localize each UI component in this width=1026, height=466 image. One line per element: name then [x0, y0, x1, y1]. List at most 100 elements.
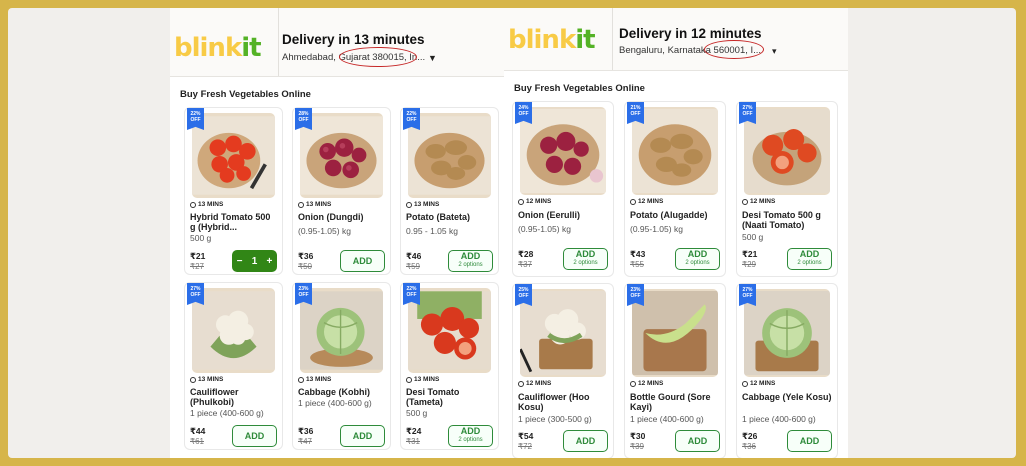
- price: ₹21: [742, 249, 758, 259]
- minus-button[interactable]: −: [237, 256, 243, 267]
- product-card[interactable]: 23% OFF 12 MINS Bottle Gourd (Sore Kayi)…: [624, 283, 726, 458]
- product-card[interactable]: 22% OFF 13 MINS Desi Tomato (Tameta) 500…: [400, 282, 499, 450]
- product-card[interactable]: 23% OFF 13 MINS Cabbage (Kobhi) 1 piece …: [292, 282, 391, 450]
- product-name: Potato (Alugadde): [630, 210, 708, 220]
- add-button[interactable]: ADD: [340, 425, 385, 447]
- add-button[interactable]: ADD 2 options: [563, 248, 608, 270]
- product-image: [632, 107, 718, 195]
- product-image: [408, 288, 491, 373]
- clock-icon: [298, 376, 304, 383]
- product-card[interactable]: 28% OFF 13 MINS Onion (Dungdi) (0.95-1.0…: [292, 107, 391, 275]
- discount-badge: 27% OFF: [187, 283, 204, 305]
- mrp: ₹27: [190, 262, 204, 271]
- product-card[interactable]: 22% OFF 13 MINS Potato (Bateta) 0.95 - 1…: [400, 107, 499, 275]
- discount-badge: 22% OFF: [403, 108, 420, 130]
- product-quantity: (0.95-1.05) kg: [630, 224, 683, 234]
- product-grid: 24% OFF 12 MINS Onion (Eerulli) (0.95-1.…: [512, 101, 838, 458]
- add-button[interactable]: ADD 2 options: [448, 250, 493, 272]
- price: ₹36: [298, 426, 314, 436]
- discount-badge: 23% OFF: [295, 283, 312, 305]
- eta: 12 MINS: [518, 198, 551, 205]
- clock-icon: [630, 380, 636, 387]
- price-row: ₹21 ₹29 ADD 2 options: [742, 248, 832, 272]
- blinkit-logo[interactable]: blinkit: [508, 25, 596, 55]
- product-card[interactable]: 21% OFF 12 MINS Potato (Alugadde) (0.95-…: [624, 101, 726, 277]
- eta: 13 MINS: [298, 376, 331, 383]
- price-row: ₹44 ₹61 ADD: [190, 425, 277, 449]
- delivery-address[interactable]: Bengaluru, Karnataka 560001, I...: [619, 40, 764, 59]
- add-button[interactable]: ADD: [787, 430, 832, 452]
- mrp: ₹61: [190, 437, 204, 446]
- product-section: Buy Fresh Vegetables Online 24% OFF 12 M…: [504, 70, 848, 458]
- product-card[interactable]: 22% OFF 13 MINS Hybrid Tomato 500 g (Hyb…: [184, 107, 283, 275]
- chevron-down-icon[interactable]: ▼: [428, 53, 437, 63]
- price: ₹24: [406, 426, 422, 436]
- clock-icon: [742, 198, 748, 205]
- price-row: ₹28 ₹37 ADD 2 options: [518, 248, 608, 272]
- product-card[interactable]: 25% OFF 12 MINS Cauliflower (Hoo Kosu) 1…: [512, 283, 614, 458]
- product-name: Cabbage (Yele Kosu): [742, 392, 832, 402]
- delivery-address[interactable]: Ahmedabad, Gujarat 380015, In...: [282, 47, 425, 67]
- product-card[interactable]: 27% OFF 13 MINS Cauliflower (Phulkobi) 1…: [184, 282, 283, 450]
- clock-icon: [406, 201, 412, 208]
- mrp: ₹36: [742, 442, 756, 451]
- discount-badge: 28% OFF: [295, 108, 312, 130]
- product-card[interactable]: 27% OFF 12 MINS Cabbage (Yele Kosu) 1 pi…: [736, 283, 838, 458]
- cart-count: 1: [251, 255, 258, 267]
- left-store-panel: blinkit Delivery in 13 minutes Ahmedabad…: [170, 8, 504, 458]
- chevron-down-icon[interactable]: ▾: [772, 46, 777, 57]
- add-button[interactable]: ADD 2 options: [675, 248, 720, 270]
- eta: 12 MINS: [630, 380, 663, 387]
- blinkit-logo[interactable]: blinkit: [174, 33, 262, 63]
- mrp: ₹55: [630, 260, 644, 269]
- price-row: ₹26 ₹36 ADD: [742, 430, 832, 454]
- product-image: [192, 288, 275, 373]
- product-image: [192, 113, 275, 198]
- quantity-stepper[interactable]: −1 +: [232, 250, 277, 272]
- product-card[interactable]: 27% OFF 12 MINS Desi Tomato 500 g (Naati…: [736, 101, 838, 277]
- clock-icon: [742, 380, 748, 387]
- clock-icon: [518, 198, 524, 205]
- discount-badge: 27% OFF: [739, 102, 756, 124]
- options-count: 2 options: [458, 437, 483, 443]
- eta: 12 MINS: [630, 198, 663, 205]
- mrp: ₹31: [406, 437, 420, 446]
- add-button[interactable]: ADD: [563, 430, 608, 452]
- product-quantity: 1 piece (400-600 g): [190, 408, 264, 418]
- product-quantity: 1 piece (300-500 g): [518, 414, 592, 424]
- add-button[interactable]: ADD: [232, 425, 277, 447]
- product-image: [520, 107, 606, 195]
- mrp: ₹47: [298, 437, 312, 446]
- annotation-circle: [704, 40, 764, 59]
- options-count: 2 options: [573, 260, 598, 266]
- product-image: [744, 289, 830, 377]
- header: blinkit Delivery in 13 minutes Ahmedabad…: [170, 8, 504, 76]
- eta: 13 MINS: [406, 201, 439, 208]
- plus-button[interactable]: +: [267, 256, 273, 267]
- product-name: Bottle Gourd (Sore Kayi): [630, 392, 711, 412]
- add-button[interactable]: ADD 2 options: [448, 425, 493, 447]
- options-count: 2 options: [685, 260, 710, 266]
- price-row: ₹30 ₹39 ADD: [630, 430, 720, 454]
- product-card[interactable]: 24% OFF 12 MINS Onion (Eerulli) (0.95-1.…: [512, 101, 614, 277]
- section-title: Buy Fresh Vegetables Online: [514, 83, 645, 94]
- product-image: [520, 289, 606, 377]
- discount-badge: 21% OFF: [627, 102, 644, 124]
- clock-icon: [518, 380, 524, 387]
- add-button[interactable]: ADD: [340, 250, 385, 272]
- clock-icon: [190, 201, 196, 208]
- price: ₹36: [298, 251, 314, 261]
- price: ₹28: [518, 249, 534, 259]
- product-name: Potato (Bateta): [406, 212, 471, 222]
- header-divider: [278, 8, 279, 76]
- product-quantity: 500 g: [406, 408, 428, 418]
- discount-badge: 27% OFF: [739, 284, 756, 306]
- eta: 12 MINS: [518, 380, 551, 387]
- add-button[interactable]: ADD: [675, 430, 720, 452]
- discount-badge: 23% OFF: [627, 284, 644, 306]
- clock-icon: [406, 376, 412, 383]
- price: ₹44: [190, 426, 206, 436]
- eta: 13 MINS: [406, 376, 439, 383]
- price-row: ₹24 ₹31 ADD 2 options: [406, 425, 493, 449]
- add-button[interactable]: ADD 2 options: [787, 248, 832, 270]
